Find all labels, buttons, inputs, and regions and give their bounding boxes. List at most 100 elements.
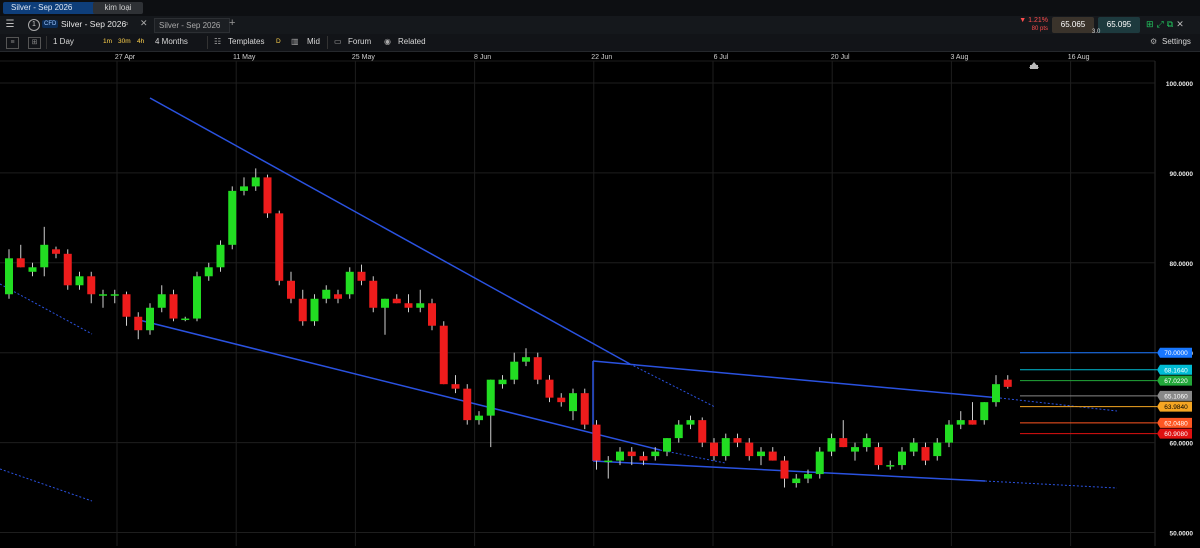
candle[interactable] <box>580 388 589 430</box>
price-level[interactable]: 67.0220 <box>1020 375 1192 386</box>
candles[interactable] <box>5 168 1012 488</box>
candle[interactable] <box>815 447 824 479</box>
candle[interactable] <box>157 285 166 313</box>
candle[interactable] <box>240 177 248 196</box>
tab-silver[interactable]: Silver - Sep 2026 <box>3 2 102 14</box>
channel-bottom-ext[interactable] <box>984 480 1118 489</box>
candle[interactable] <box>87 271 96 304</box>
gear-icon[interactable]: ⚙ <box>1150 37 1157 46</box>
candle[interactable] <box>674 420 683 443</box>
candle[interactable] <box>510 352 519 385</box>
candle[interactable] <box>298 289 307 326</box>
compare-instrument-field[interactable]: Silver - Sep 2026 <box>154 18 230 33</box>
candle[interactable] <box>181 316 190 322</box>
timeframe-1m[interactable]: 1m <box>103 38 112 45</box>
price-tags[interactable]: 70.0000 68.1640 67.0220 65.1060 63.9840 62.04… <box>1020 347 1192 439</box>
candle[interactable] <box>1003 375 1012 389</box>
candle[interactable] <box>533 352 542 385</box>
templates-button[interactable]: Templates <box>228 37 264 46</box>
candle[interactable] <box>909 438 918 457</box>
candle[interactable] <box>357 264 366 286</box>
timeframe-4h[interactable]: 4h <box>137 38 144 45</box>
toggle-panel-icon[interactable]: ≡ <box>6 37 19 49</box>
candle[interactable] <box>721 433 730 461</box>
channel-top[interactable] <box>592 360 1001 399</box>
info-icon[interactable]: 1 <box>28 19 40 31</box>
price-level[interactable]: 68.1640 <box>1020 364 1192 375</box>
candle[interactable] <box>216 240 225 272</box>
related-button[interactable]: Related <box>398 37 426 46</box>
timeframe-30m[interactable]: 30m <box>118 38 131 45</box>
candle[interactable] <box>28 262 37 277</box>
candle[interactable] <box>874 442 883 470</box>
candle[interactable] <box>851 442 859 461</box>
interval-selector[interactable]: 1 Day <box>53 37 74 46</box>
candle[interactable] <box>663 438 671 457</box>
candle[interactable] <box>569 388 577 421</box>
candle[interactable] <box>52 246 60 259</box>
candle[interactable] <box>134 312 143 340</box>
price-level[interactable]: 65.1060 <box>1020 390 1192 401</box>
candle[interactable] <box>827 433 836 457</box>
candle[interactable] <box>768 447 777 461</box>
expand-icon[interactable]: ⤢ <box>1157 19 1167 29</box>
candle[interactable] <box>475 411 483 425</box>
candle[interactable] <box>686 415 695 430</box>
candle[interactable] <box>557 393 566 407</box>
channel-bottom[interactable] <box>592 460 986 482</box>
channel-top-ext[interactable] <box>999 397 1118 412</box>
candle[interactable] <box>968 402 977 425</box>
candle[interactable] <box>110 289 119 304</box>
tab-kim-loai[interactable]: kim loại <box>93 2 143 14</box>
window-controls[interactable]: ⊞⤢⧉✕ <box>1146 19 1187 30</box>
templates-icon[interactable]: ☷ <box>214 37 221 46</box>
candle[interactable] <box>251 168 260 191</box>
candle[interactable] <box>733 433 742 448</box>
candle[interactable] <box>369 276 378 313</box>
candle[interactable] <box>75 271 84 290</box>
candle[interactable] <box>545 375 554 403</box>
layout-icon[interactable]: ⊞ <box>28 37 41 49</box>
settings-button[interactable]: Settings <box>1162 37 1191 46</box>
close-window-icon[interactable]: ✕ <box>1176 19 1187 29</box>
sell-price-button[interactable]: 65.065 <box>1052 17 1094 33</box>
candle[interactable] <box>169 289 178 322</box>
candle[interactable] <box>886 460 895 470</box>
candle[interactable] <box>604 456 613 479</box>
range-selector[interactable]: 4 Months <box>155 37 188 46</box>
candle[interactable] <box>345 267 354 299</box>
candle[interactable] <box>439 321 448 385</box>
search-icon[interactable]: ⌕ <box>124 18 129 29</box>
candle[interactable] <box>310 294 319 326</box>
menu-icon[interactable]: ☰ <box>3 19 17 31</box>
candle[interactable] <box>146 303 154 335</box>
candle[interactable] <box>381 298 389 335</box>
candle[interactable] <box>933 438 942 461</box>
related-icon[interactable]: ◉ <box>384 37 391 46</box>
popout-icon[interactable]: ⧉ <box>1167 19 1176 29</box>
add-icon[interactable]: + <box>229 17 235 29</box>
trendline-left-dotted-2[interactable] <box>0 468 93 502</box>
candle[interactable] <box>757 447 765 466</box>
candle[interactable] <box>898 447 906 470</box>
candle[interactable] <box>322 285 331 304</box>
candle[interactable] <box>40 226 49 277</box>
forum-button[interactable]: Forum <box>348 37 371 46</box>
candle[interactable] <box>862 433 871 452</box>
candle[interactable] <box>416 289 425 313</box>
buy-price-button[interactable]: 65.095 <box>1098 17 1140 33</box>
forum-icon[interactable]: ▭ <box>334 37 342 46</box>
candle[interactable] <box>956 411 965 430</box>
candle[interactable] <box>792 474 801 488</box>
candle[interactable] <box>99 289 107 308</box>
candle[interactable] <box>428 298 436 331</box>
candle[interactable] <box>498 375 507 389</box>
candle[interactable] <box>63 249 72 290</box>
d-button[interactable]: D <box>276 38 281 45</box>
candle[interactable] <box>780 456 789 488</box>
candle[interactable] <box>451 375 460 394</box>
candle[interactable] <box>921 442 930 466</box>
chart-canvas[interactable]: 27 Apr 11 May 25 May 8 Jun 22 Jun 6 Jul 20 Jul… <box>0 51 1200 546</box>
trendline-upper-wedge[interactable] <box>149 97 631 365</box>
candle[interactable] <box>193 271 201 322</box>
